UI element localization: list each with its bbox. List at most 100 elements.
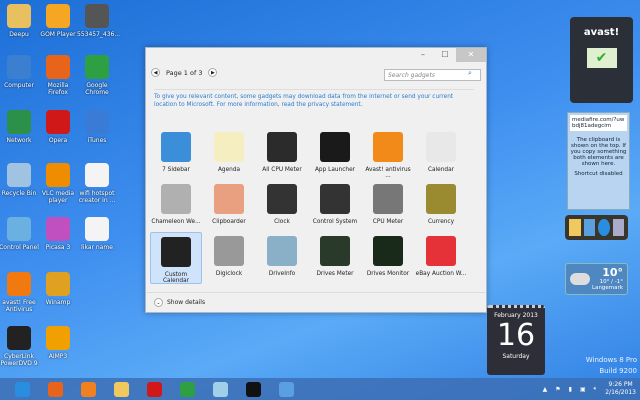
desktop-icon[interactable]: Network — [0, 110, 39, 144]
gadget-item[interactable]: DriveInfo — [256, 232, 308, 284]
gadget-icon — [373, 132, 403, 162]
taskbar-chrome-button[interactable] — [171, 378, 204, 400]
taskbar-gadgets-button[interactable] — [270, 378, 303, 400]
pager: ◀ Page 1 of 3 ▶ — [151, 68, 218, 77]
app-icon — [46, 272, 70, 296]
desktop-icon-label: GOM Player — [40, 31, 76, 38]
gadget-item[interactable]: Calendar — [415, 128, 467, 180]
desktop-icon[interactable]: 553457_436... — [77, 4, 120, 38]
gadget-item[interactable]: CPU Meter — [362, 180, 414, 232]
desktop-icon-label: Control Panel — [0, 244, 39, 251]
privacy-info[interactable]: To give you relevant content, some gadge… — [154, 89, 474, 109]
desktop-icon[interactable]: wifi hotspot creator in ... — [77, 163, 117, 204]
gadget-item[interactable]: Digiclock — [203, 232, 255, 284]
close-button[interactable]: ✕ — [456, 48, 486, 62]
gadget-item[interactable]: Chameleon We... — [150, 180, 202, 232]
flag-icon[interactable]: ⚑ — [555, 386, 560, 393]
app-icon — [7, 55, 31, 79]
avast-gadget[interactable]: avast! ✔ — [570, 17, 633, 103]
calendar-weekday: Saturday — [502, 353, 530, 360]
desktop-icon-label: Winamp — [45, 299, 71, 306]
gadget-icon — [267, 184, 297, 214]
desktop-icon[interactable]: GOM Player — [38, 4, 78, 38]
clock-date: 2/16/2013 — [605, 389, 636, 396]
gadget-item[interactable]: Agenda — [203, 128, 255, 180]
gadget-item[interactable]: Currency — [415, 180, 467, 232]
gadget-label: Digiclock — [215, 271, 243, 277]
desktop-icon[interactable]: AIMP3 — [38, 326, 78, 360]
gadget-item[interactable]: Drives Meter — [309, 232, 361, 284]
desktop-icon[interactable]: CyberLink PowerDVD 9 — [0, 326, 39, 367]
gadget-label: Clipboarder — [212, 219, 246, 225]
prev-page-button[interactable]: ◀ — [151, 68, 160, 77]
desktop-icon[interactable]: Recycle Bin — [0, 163, 39, 197]
maximize-button[interactable]: ☐ — [434, 48, 456, 62]
gadget-item[interactable]: Drives Monitor — [362, 232, 414, 284]
desktop-icon[interactable]: Mozilla Firefox — [38, 55, 78, 96]
desktop-icon[interactable]: Opera — [38, 110, 78, 144]
app-icon — [7, 326, 31, 350]
recycle-bin-icon[interactable] — [612, 219, 624, 236]
ie-icon[interactable] — [598, 219, 610, 236]
clock[interactable]: 9:26 PM 2/16/2013 — [605, 381, 636, 397]
gadget-item[interactable]: Clipboarder — [203, 180, 255, 232]
network-icon[interactable]: ▣ — [580, 386, 586, 393]
power-icon[interactable]: ▮ — [569, 386, 572, 393]
app-icon — [7, 4, 31, 28]
taskbar-firefox-button[interactable] — [39, 378, 72, 400]
gadget-icon — [426, 236, 456, 266]
desktop-icon[interactable]: Control Panel — [0, 217, 39, 251]
gadget-item[interactable]: Control System — [309, 180, 361, 232]
show-details-button[interactable]: ⌄ Show details — [146, 292, 486, 312]
minimize-button[interactable]: – — [412, 48, 434, 62]
chrome-icon — [180, 381, 195, 397]
show-hidden-icons[interactable]: ▲ — [543, 386, 548, 393]
gadget-icon — [161, 132, 191, 162]
desktop-icon[interactable]: Winamp — [38, 272, 78, 306]
taskbar-opera-button[interactable] — [138, 378, 171, 400]
gadget-item[interactable]: Avast! antivirus ... — [362, 128, 414, 180]
gadget-item[interactable]: Clock — [256, 180, 308, 232]
clipboard-link[interactable]: mediafire.com/?uwbdj81adegcim — [570, 115, 627, 131]
gadget-icon — [214, 184, 244, 214]
search-input[interactable]: Search gadgets — [384, 69, 481, 81]
app-icon — [85, 55, 109, 79]
taskbar-ie-button[interactable] — [6, 378, 39, 400]
taskbar-notepad-button[interactable] — [204, 378, 237, 400]
app-icon — [46, 217, 70, 241]
next-page-button[interactable]: ▶ — [208, 68, 218, 77]
media-icon — [81, 381, 96, 397]
gadget-item[interactable]: App Launcher — [309, 128, 361, 180]
desktop-icon-label: iTunes — [87, 137, 107, 144]
shortcut-status: Shortcut disabled — [574, 171, 623, 177]
desktop-icon[interactable]: Picasa 3 — [38, 217, 78, 251]
gadget-icon — [320, 236, 350, 266]
folder-icon[interactable] — [569, 219, 581, 236]
desktop-icon[interactable]: Deepu — [0, 4, 39, 38]
volume-icon[interactable]: 🔈︎ — [594, 385, 598, 393]
taskbar-explorer-button[interactable] — [105, 378, 138, 400]
gadget-item[interactable]: 7 Sidebar — [150, 128, 202, 180]
quick-launch-gadget — [565, 215, 628, 240]
desktop-icon[interactable]: VLC media player — [38, 163, 78, 204]
taskbar-cmd-button[interactable] — [237, 378, 270, 400]
desktop-icon[interactable]: Computer — [0, 55, 39, 89]
search-icon[interactable]: ⌕ — [468, 69, 472, 78]
gadget-item[interactable]: eBay Auction W... — [415, 232, 467, 284]
desktop-icon[interactable]: avast! Free Antivirus — [0, 272, 39, 313]
app-icon — [85, 110, 109, 134]
gadget-item[interactable]: Custom Calendar — [150, 232, 202, 284]
desktop-icon[interactable]: Google Chrome — [77, 55, 117, 96]
desktop-icon[interactable]: likar name — [77, 217, 117, 251]
desktop-icon-label: CyberLink PowerDVD 9 — [0, 353, 38, 367]
desktop-icon[interactable]: iTunes — [77, 110, 117, 144]
clipboard-note: The clipboard is shown on the top. If yo… — [570, 137, 627, 167]
chevron-down-icon: ⌄ — [154, 298, 163, 307]
app-icon — [46, 4, 70, 28]
gadget-icon — [426, 132, 456, 162]
desktop-icon-label: Picasa 3 — [45, 244, 71, 251]
gadget-item[interactable]: All CPU Meter — [256, 128, 308, 180]
taskbar-media-button[interactable] — [72, 378, 105, 400]
watermark-edition: Windows 8 Pro — [585, 356, 637, 364]
computer-icon[interactable] — [583, 219, 595, 236]
